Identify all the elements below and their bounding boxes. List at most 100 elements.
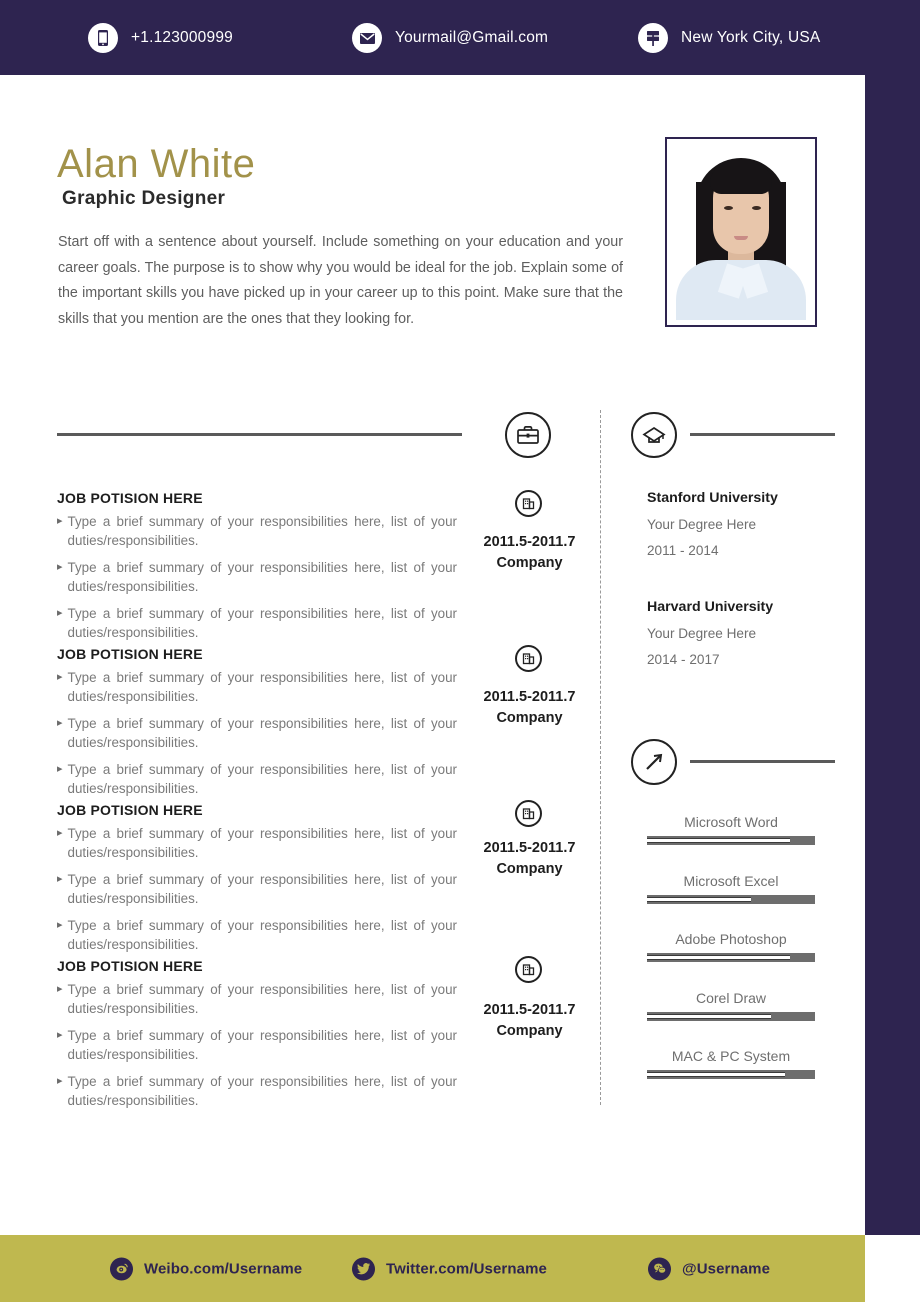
- page-title: Alan White: [57, 142, 256, 186]
- twitter-icon: [352, 1257, 375, 1280]
- email-icon: [352, 22, 382, 53]
- timeline-company: Company: [496, 710, 563, 726]
- job-position-title: JOB POTISION HERE: [57, 646, 203, 662]
- avatar-portrait: [672, 144, 810, 320]
- avatar: [665, 137, 817, 327]
- education-degree: Your Degree Here: [647, 626, 757, 641]
- job-duty: ▸ Type a brief summary of your responsib…: [57, 714, 457, 752]
- phone-icon: [88, 22, 118, 53]
- timeline-entry: 2011.5-2011.7 Company: [462, 1000, 597, 1042]
- skill-label: Microsoft Excel: [683, 873, 779, 889]
- timeline-date: 2011.5-2011.7: [483, 534, 576, 550]
- bullet-icon: ▸: [57, 515, 63, 527]
- location-icon: [638, 22, 668, 53]
- education-years: 2011 - 2014: [647, 543, 719, 558]
- job-position-title: JOB POTISION HERE: [57, 490, 203, 506]
- experience-item: JOB POTISION HERE ▸ Type a brief summary…: [57, 802, 457, 962]
- social-link-weibo[interactable]: Weibo.com/Username: [110, 1257, 302, 1280]
- job-position-title: JOB POTISION HERE: [57, 958, 203, 974]
- skill-label: Adobe Photoshop: [675, 931, 787, 947]
- hammer-icon: [631, 739, 677, 785]
- job-duty: ▸ Type a brief summary of your responsib…: [57, 870, 457, 908]
- bullet-icon: ▸: [57, 763, 63, 775]
- bullet-icon: ▸: [57, 607, 63, 619]
- skill-item: MAC & PC System: [647, 1048, 815, 1079]
- skill-progress-fill: [647, 1072, 785, 1077]
- timeline-entry: 2011.5-2011.7 Company: [462, 838, 597, 880]
- skill-item: Corel Draw: [647, 990, 815, 1021]
- contact-email[interactable]: Yourmail@Gmail.com: [352, 22, 549, 53]
- job-duty-text: Type a brief summary of your responsibil…: [67, 606, 457, 640]
- building-icon: [515, 490, 542, 517]
- building-icon: [515, 956, 542, 983]
- right-accent-strip: [865, 75, 920, 1235]
- job-duty: ▸ Type a brief summary of your responsib…: [57, 824, 457, 862]
- job-duty: ▸ Type a brief summary of your responsib…: [57, 558, 457, 596]
- timeline-company: Company: [496, 1023, 563, 1039]
- timeline-date: 2011.5-2011.7: [483, 689, 576, 705]
- job-duty: ▸ Type a brief summary of your responsib…: [57, 980, 457, 1018]
- bullet-icon: ▸: [57, 873, 63, 885]
- weibo-icon: [110, 1257, 133, 1280]
- job-duty: ▸ Type a brief summary of your responsib…: [57, 916, 457, 954]
- column-divider: [600, 410, 601, 1105]
- experience-rule: [57, 433, 462, 436]
- bullet-icon: ▸: [57, 671, 63, 683]
- skill-progress-fill: [647, 1014, 772, 1019]
- skill-item: Microsoft Word: [647, 814, 815, 845]
- contact-phone-text: +1.123000999: [131, 28, 233, 46]
- job-duty-text: Type a brief summary of your responsibil…: [67, 826, 457, 860]
- job-duty-text: Type a brief summary of your responsibil…: [67, 716, 457, 750]
- bullet-icon: ▸: [57, 561, 63, 573]
- skill-progress-track: [647, 1070, 815, 1079]
- education-item: Harvard University Your Degree Here 2014…: [647, 599, 837, 678]
- job-duty: ▸ Type a brief summary of your responsib…: [57, 760, 457, 798]
- skill-progress-track: [647, 836, 815, 845]
- contact-location-text: New York City, USA: [681, 28, 821, 46]
- job-duty: ▸ Type a brief summary of your responsib…: [57, 668, 457, 706]
- building-icon: [515, 645, 542, 672]
- job-duty: ▸ Type a brief summary of your responsib…: [57, 1072, 457, 1110]
- contact-location[interactable]: New York City, USA: [638, 22, 821, 53]
- experience-item: JOB POTISION HERE ▸ Type a brief summary…: [57, 646, 457, 806]
- job-duty: ▸ Type a brief summary of your responsib…: [57, 512, 457, 550]
- skill-item: Microsoft Excel: [647, 873, 815, 904]
- skills-rule: [690, 760, 835, 763]
- contact-header-bar: +1.123000999 Yourmail@Gmail.com New York…: [0, 0, 920, 75]
- skill-progress-track: [647, 895, 815, 904]
- social-weibo-text: Weibo.com/Username: [144, 1260, 303, 1277]
- social-wechat-text: @Username: [682, 1260, 771, 1277]
- experience-item: JOB POTISION HERE ▸ Type a brief summary…: [57, 490, 457, 650]
- skill-item: Adobe Photoshop: [647, 931, 815, 962]
- education-school: Harvard University: [647, 599, 774, 615]
- job-duty-text: Type a brief summary of your responsibil…: [67, 514, 457, 548]
- social-link-wechat[interactable]: @Username: [648, 1257, 770, 1280]
- bullet-icon: ▸: [57, 827, 63, 839]
- skill-progress-fill: [647, 955, 790, 960]
- bullet-icon: ▸: [57, 717, 63, 729]
- timeline-entry: 2011.5-2011.7 Company: [462, 687, 597, 729]
- skill-progress-fill: [647, 838, 790, 843]
- social-footer-bar: Weibo.com/Username Twitter.com/Username: [0, 1235, 865, 1302]
- skill-progress-track: [647, 953, 815, 962]
- building-icon: [515, 800, 542, 827]
- timeline-company: Company: [496, 555, 563, 571]
- job-duty: ▸ Type a brief summary of your responsib…: [57, 1026, 457, 1064]
- skill-label: MAC & PC System: [671, 1048, 791, 1064]
- education-rule: [690, 433, 835, 436]
- skill-progress-fill: [647, 897, 752, 902]
- social-link-twitter[interactable]: Twitter.com/Username: [352, 1257, 547, 1280]
- contact-email-text: Yourmail@Gmail.com: [395, 28, 549, 46]
- job-duty-text: Type a brief summary of your responsibil…: [67, 1074, 457, 1108]
- contact-phone[interactable]: +1.123000999: [88, 22, 233, 53]
- job-duty-text: Type a brief summary of your responsibil…: [67, 560, 457, 594]
- timeline-date: 2011.5-2011.7: [483, 1002, 576, 1018]
- skill-label: Corel Draw: [695, 990, 766, 1006]
- resume-page: +1.123000999 Yourmail@Gmail.com New York…: [0, 0, 920, 1302]
- job-position-title: JOB POTISION HERE: [57, 802, 203, 818]
- job-duty-text: Type a brief summary of your responsibil…: [67, 918, 457, 952]
- education-item: Stanford University Your Degree Here 201…: [647, 490, 837, 569]
- job-duty-text: Type a brief summary of your responsibil…: [67, 670, 457, 704]
- skill-progress-track: [647, 1012, 815, 1021]
- briefcase-icon: [505, 412, 551, 458]
